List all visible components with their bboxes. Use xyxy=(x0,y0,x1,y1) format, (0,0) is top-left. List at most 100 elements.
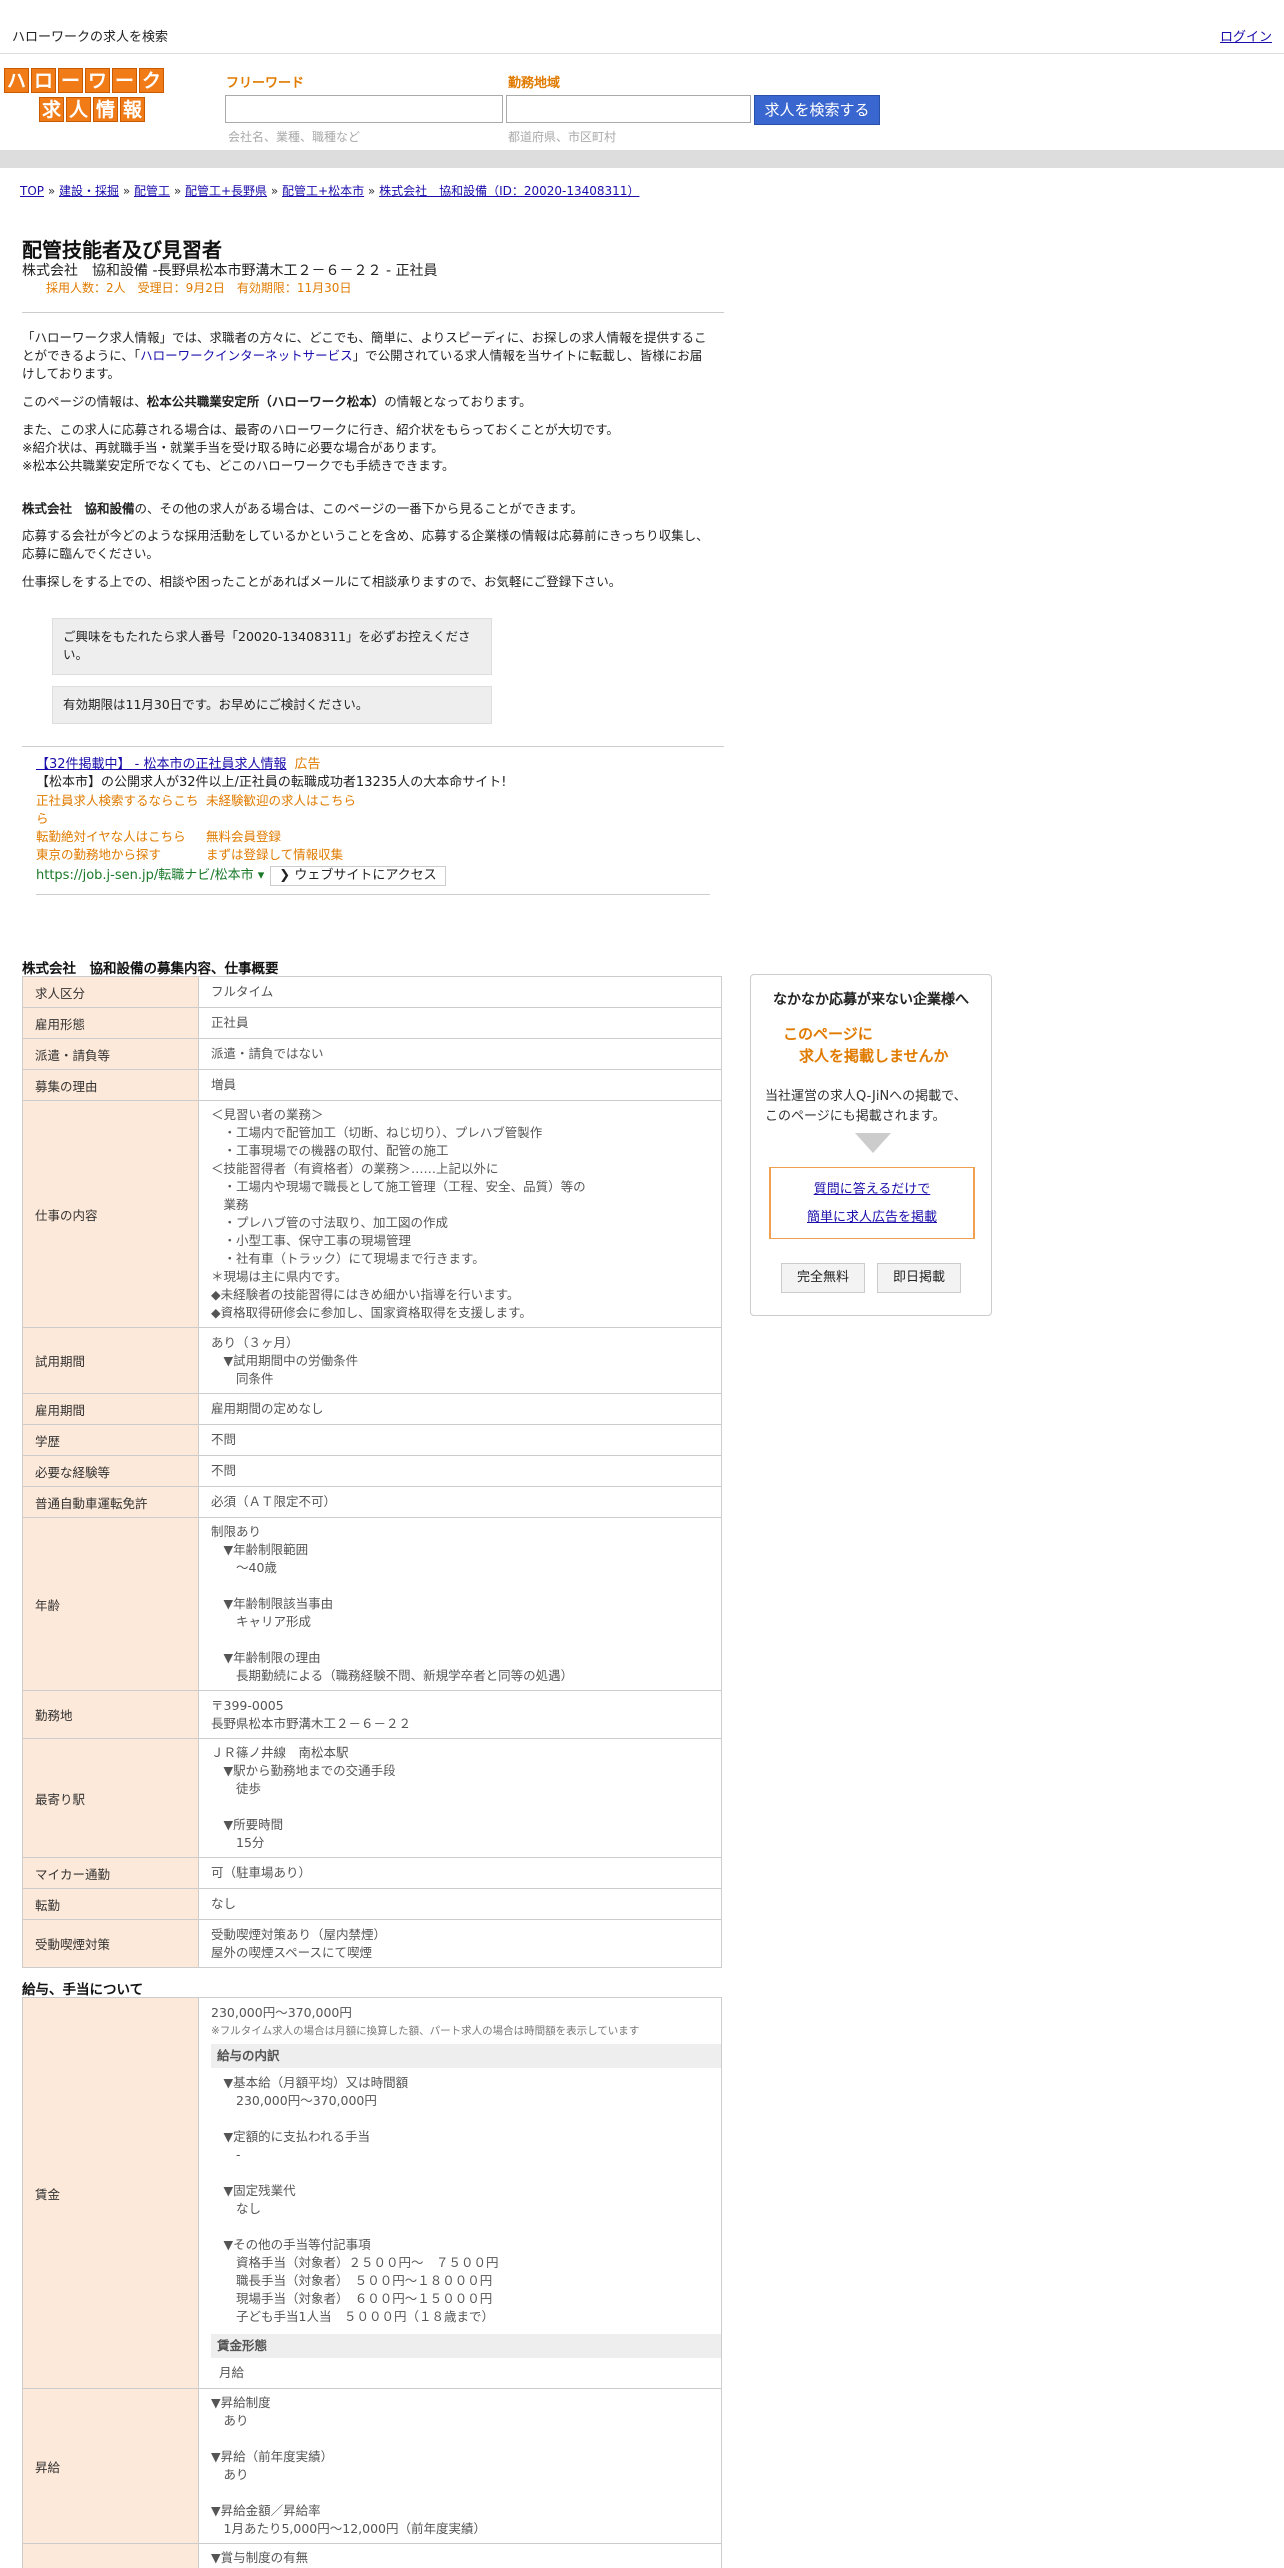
logo-char: 情 xyxy=(93,97,118,122)
intro-line: ※紹介状は、再就職手当・就業手当を受け取る時に必要な場合があります。 xyxy=(22,440,444,455)
company-name: 株式会社 協和設備 xyxy=(22,501,135,516)
logo-char: ク xyxy=(139,68,164,93)
section-title-overview: 株式会社 協和設備の募集内容、仕事概要 xyxy=(22,961,279,977)
divider xyxy=(36,894,710,895)
intro-line: ※松本公共職業安定所でなくても、どこのハローワークでも手続きできます。 xyxy=(22,458,455,473)
row-value: 必須（ＡＴ限定不可） xyxy=(198,1486,722,1518)
advertise-cta-link-2[interactable]: 簡単に求人広告を掲載 xyxy=(771,1206,973,1225)
table-row: 勤務地 〒399-0005 長野県松本市野溝木工２－６－２２ xyxy=(22,1690,722,1739)
login-link[interactable]: ログイン xyxy=(1220,26,1272,45)
row-value: 増員 xyxy=(198,1069,722,1101)
intro-text: の情報となっております。 xyxy=(384,394,532,409)
table-row: 最寄り駅 ＪＲ篠ノ井線 南松本駅 ▼駅から勤務地までの交通手段 徒歩 ▼所要時間 … xyxy=(22,1738,722,1858)
row-value: あり（３ヶ月） ▼試用期間中の労働条件 同条件 xyxy=(198,1327,722,1394)
advertise-offer-line-2: 求人を掲載しませんか xyxy=(799,1047,949,1065)
hellowork-internet-link[interactable]: ハローワークインターネットサービス xyxy=(140,348,353,363)
salary-form-title: 賃金形態 xyxy=(211,2334,721,2358)
row-key: 仕事の内容 xyxy=(22,1100,199,1328)
ad-sitelink[interactable]: まずは登録して情報収集 xyxy=(206,846,406,864)
ad-description: 【松本市】の公開求人が32件以上/正社員の転職成功者13235人の大本命サイト! xyxy=(36,775,507,790)
row-key: 昇給 xyxy=(22,2388,199,2544)
breadcrumb-link-company[interactable]: 株式会社 協和設備（ID：20020-13408311） xyxy=(379,184,639,198)
free-button[interactable]: 完全無料 xyxy=(781,1263,865,1293)
row-value: 〒399-0005 長野県松本市野溝木工２－６－２２ xyxy=(198,1690,722,1739)
row-value: 雇用期間の定めなし xyxy=(198,1393,722,1425)
table-row: 雇用形態 正社員 xyxy=(22,1007,722,1039)
row-value: フルタイム xyxy=(198,976,722,1008)
intro-line: また、この求人に応募される場合は、最寄のハローワークに行き、紹介状をもらっておく… xyxy=(22,422,619,437)
row-value: なし xyxy=(198,1888,722,1920)
ad-sitelink[interactable]: 転勤絶対イヤな人はこちら xyxy=(36,828,206,846)
row-value: 不問 xyxy=(198,1424,722,1456)
row-value: 制限あり ▼年齢制限範囲 〜40歳 ▼年齢制限該当事由 キャリア形成 ▼年齢制限… xyxy=(198,1517,722,1691)
section-title-salary: 給与、手当について xyxy=(22,1982,144,1998)
advertise-cta[interactable]: 質問に答えるだけで 簡単に求人広告を掲載 xyxy=(769,1167,975,1239)
keyword-input[interactable] xyxy=(225,95,503,123)
breadcrumb: TOP » 建設・採掘 » 配管工 » 配管工+長野県 » 配管工+松本市 » … xyxy=(20,182,639,199)
row-key: 募集の理由 xyxy=(22,1069,199,1101)
job-title: 配管技能者及び見習者 xyxy=(22,238,222,262)
row-value: 可（駐車場あり） xyxy=(198,1857,722,1889)
table-row: 昇給 ▼昇給制度 あり ▼昇給（前年度実績） あり ▼昇給金額／昇給率 1月あたり… xyxy=(22,2388,722,2544)
breadcrumb-link-plumber-nagano[interactable]: 配管工+長野県 xyxy=(185,184,267,198)
ad-tag: 広告 xyxy=(294,757,321,772)
advertise-box: なかなか応募が来ない企業様へ このページに 求人を掲載しませんか 当社運営の求人… xyxy=(750,974,992,1316)
header-divider xyxy=(0,150,1284,168)
same-day-button[interactable]: 即日掲載 xyxy=(877,1263,961,1293)
top-bar: ハローワークの求人を検索 ログイン xyxy=(0,0,1284,54)
breadcrumb-link-top[interactable]: TOP xyxy=(20,184,44,198)
logo-char: ロ xyxy=(31,68,56,93)
row-key: 勤務地 xyxy=(22,1690,199,1739)
ad-url-caret-icon[interactable]: ▾ xyxy=(258,868,265,883)
row-key: 学歴 xyxy=(22,1424,199,1456)
row-value: ▼昇給制度 あり ▼昇給（前年度実績） あり ▼昇給金額／昇給率 1月あたり5,… xyxy=(198,2388,722,2544)
advertise-desc-line-2: このページにも掲載されます。 xyxy=(765,1109,946,1124)
table-row: 受動喫煙対策 受動喫煙対策あり（屋内禁煙） 屋外の喫煙スペースにて喫煙 xyxy=(22,1919,722,1968)
advertise-cta-link-1[interactable]: 質問に答えるだけで xyxy=(771,1178,973,1197)
job-subtitle: 株式会社 協和設備 -長野県松本市野溝木工２－６－２２ - 正社員 xyxy=(22,263,438,279)
ad-url[interactable]: https://job.j-sen.jp/転職ナビ/松本市 xyxy=(36,868,254,883)
visit-website-button[interactable]: ❯ ウェブサイトにアクセス xyxy=(270,866,446,886)
table-row: 年齢 制限あり ▼年齢制限範囲 〜40歳 ▼年齢制限該当事由 キャリア形成 ▼年齢… xyxy=(22,1517,722,1691)
breadcrumb-separator: » xyxy=(119,184,134,198)
hellowork-logo[interactable]: ハ ロ ー ワ ー ク 求 人 情 報 xyxy=(4,68,180,126)
job-details-table: 求人区分 フルタイム 雇用形態 正社員 派遣・請負等 派遣・請負ではない 募集の理由増… xyxy=(22,976,722,1968)
logo-char: 報 xyxy=(120,97,145,122)
logo-char: ー xyxy=(58,68,83,93)
intro-paragraph-2: このページの情報は、松本公共職業安定所（ハローワーク松本）の情報となっております… xyxy=(22,393,712,411)
intro-text: の、その他の求人がある場合は、このページの一番下から見ることができます。 xyxy=(134,501,584,516)
area-hint: 都道府県、市区町村 xyxy=(508,130,617,144)
row-key: 最寄り駅 xyxy=(22,1738,199,1858)
ad-sitelink[interactable]: 東京の勤務地から探す xyxy=(36,846,206,864)
salary-table: 賃金 230,000円〜370,000円 ※フルタイム求人の場合は月額に換算した… xyxy=(22,1997,722,2568)
site-title[interactable]: ハローワークの求人を検索 xyxy=(12,26,168,45)
area-input[interactable] xyxy=(506,95,751,123)
job-number-notice: ご興味をもたれたら求人番号「20020-13408311」を必ずお控えください。 xyxy=(52,618,492,675)
sponsored-ad: 【32件掲載中】 - 松本市の正社員求人情報 広告 【松本市】の公開求人が32件以… xyxy=(36,756,716,886)
keyword-label: フリーワード xyxy=(226,76,305,91)
logo-row-2: 求 人 情 報 xyxy=(4,97,180,122)
ad-sitelink[interactable]: 無料会員登録 xyxy=(206,828,406,846)
intro-paragraph-1: 「ハローワーク求人情報」では、求職者の方々に、どこでも、簡単に、よりスピーディに… xyxy=(22,329,712,383)
intro-paragraph-4: 株式会社 協和設備の、その他の求人がある場合は、このページの一番下から見ることが… xyxy=(22,500,712,518)
salary-note: ※フルタイム求人の場合は月額に換算した額、パート求人の場合は時間額を表示していま… xyxy=(211,2025,640,2037)
table-row: 雇用期間 雇用期間の定めなし xyxy=(22,1393,722,1425)
breadcrumb-link-construction[interactable]: 建設・採掘 xyxy=(59,184,119,198)
salary-form: 月給 xyxy=(219,2365,245,2380)
table-row: 必要な経験等 不問 xyxy=(22,1455,722,1487)
search-button[interactable]: 求人を検索する xyxy=(754,95,880,125)
advertise-desc-line-1: 当社運営の求人Q-JiNへの掲載で、 xyxy=(765,1089,967,1104)
breadcrumb-link-plumber-matsumoto[interactable]: 配管工+松本市 xyxy=(282,184,364,198)
intro-paragraph-6: 仕事探しをする上での、相談や困ったことがあればメールにて相談承りますので、お気軽… xyxy=(22,574,622,589)
logo-char: 人 xyxy=(66,97,91,122)
advertise-heading: なかなか応募が来ない企業様へ xyxy=(773,992,969,1008)
breadcrumb-link-plumber[interactable]: 配管工 xyxy=(134,184,170,198)
row-value: ▼賞与制度の有無 あり xyxy=(198,2543,722,2568)
ad-sitelink[interactable]: 正社員求人検索するならこちら xyxy=(36,792,206,828)
row-value: 派遣・請負ではない xyxy=(198,1038,722,1070)
table-row: 募集の理由 増員 xyxy=(22,1069,722,1101)
ad-sitelink[interactable]: 未経験歓迎の求人はこちら xyxy=(206,792,406,828)
row-key: 賃金 xyxy=(22,1997,199,2389)
office-name: 松本公共職業安定所（ハローワーク松本） xyxy=(146,394,385,409)
ad-title-link[interactable]: 【32件掲載中】 - 松本市の正社員求人情報 xyxy=(36,757,287,772)
